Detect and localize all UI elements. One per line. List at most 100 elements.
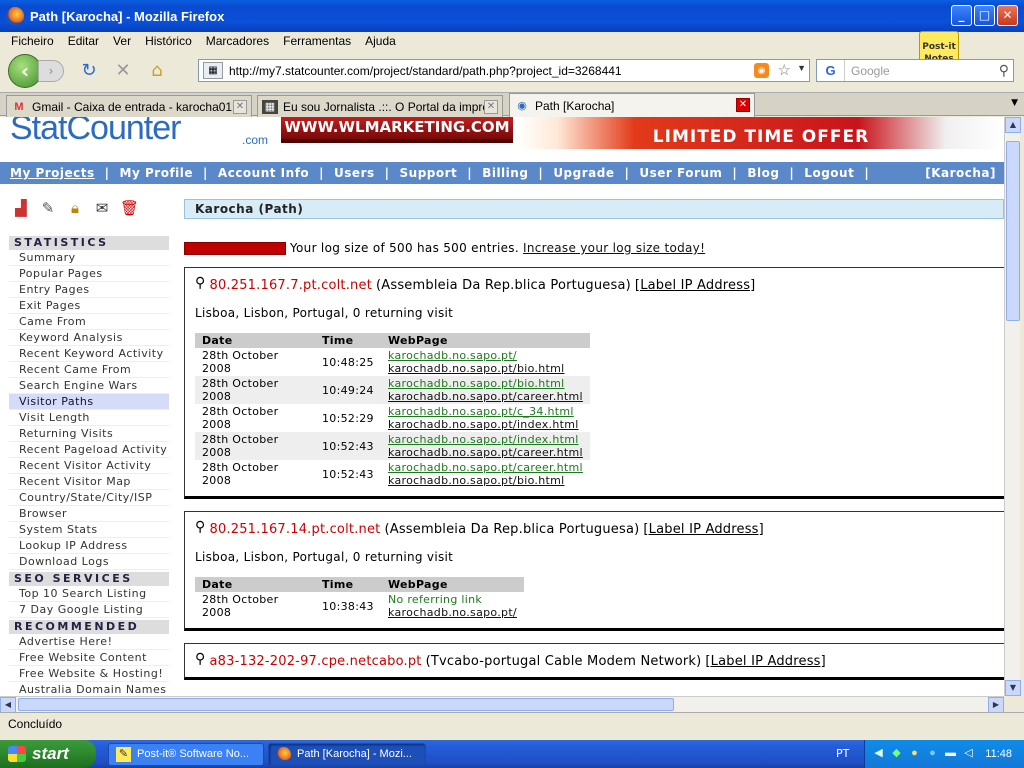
ad-banner-offer[interactable]: LIMITED TIME OFFER bbox=[518, 117, 1004, 149]
search-box[interactable]: G Google ⚲ bbox=[816, 59, 1014, 82]
visited-page-link[interactable]: karochadb.no.sapo.pt/index.html bbox=[388, 418, 583, 431]
menu-history[interactable]: Histórico bbox=[145, 34, 192, 48]
scroll-left-icon[interactable]: ◀ bbox=[0, 697, 16, 713]
url-dropdown-icon[interactable]: ▼ bbox=[797, 63, 806, 73]
visited-page-link[interactable]: karochadb.no.sapo.pt/bio.html bbox=[388, 362, 583, 375]
trash-icon[interactable]: 🗑︎ bbox=[120, 199, 139, 217]
chat-icon[interactable]: ▬ bbox=[943, 746, 958, 761]
label-ip-address-link[interactable]: [Label IP Address] bbox=[635, 278, 756, 293]
magnifier-icon[interactable]: ⚲ bbox=[195, 275, 205, 291]
sidebar-item-free-website-hosting[interactable]: Free Website & Hosting! bbox=[9, 666, 169, 682]
menu-bookmarks[interactable]: Marcadores bbox=[206, 34, 269, 48]
sidebar-item-search-engine-wars[interactable]: Search Engine Wars bbox=[9, 378, 169, 394]
sidebar-item-australia-domain-names[interactable]: Australia Domain Names bbox=[9, 682, 169, 696]
wrench-icon[interactable]: ✎ bbox=[39, 199, 57, 217]
vertical-scrollbar[interactable]: ▲ ▼ bbox=[1004, 117, 1021, 696]
nav-blog[interactable]: Blog bbox=[747, 166, 779, 180]
user-tray-icon[interactable]: ● bbox=[907, 746, 922, 761]
nav-upgrade[interactable]: Upgrade bbox=[553, 166, 614, 180]
menu-view[interactable]: Ver bbox=[113, 34, 131, 48]
visitor-ip-link[interactable]: 80.251.167.14.pt.colt.net bbox=[209, 522, 380, 537]
taskbar-item-firefox[interactable]: Path [Karocha] - Mozi... bbox=[268, 743, 426, 766]
hscroll-thumb[interactable] bbox=[18, 698, 674, 711]
tab-gmail[interactable]: M Gmail - Caixa de entrada - karocha01..… bbox=[6, 95, 252, 117]
menu-file[interactable]: Ficheiro bbox=[11, 34, 54, 48]
close-tab-icon[interactable]: ✕ bbox=[233, 100, 247, 114]
site-identity-icon[interactable]: ▦ bbox=[203, 62, 223, 79]
lock-icon[interactable]: 🔒︎ bbox=[66, 199, 84, 217]
label-ip-address-link[interactable]: [Label IP Address] bbox=[705, 654, 826, 669]
sidebar-item-exit-pages[interactable]: Exit Pages bbox=[9, 298, 169, 314]
google-engine-icon[interactable]: G bbox=[817, 60, 845, 81]
visited-page-link[interactable]: karochadb.no.sapo.pt/career.html bbox=[388, 390, 583, 403]
sidebar-item-popular-pages[interactable]: Popular Pages bbox=[9, 266, 169, 282]
horizontal-scrollbar[interactable]: ◀ ▶ bbox=[0, 696, 1004, 713]
sidebar-item-download-logs[interactable]: Download Logs bbox=[9, 554, 169, 570]
minimize-button[interactable]: _ bbox=[951, 5, 972, 26]
increase-log-link[interactable]: Increase your log size today! bbox=[523, 241, 705, 255]
visitor-ip-link[interactable]: 80.251.167.7.pt.colt.net bbox=[209, 278, 372, 293]
referrer-page-link[interactable]: karochadb.no.sapo.pt/c_34.html bbox=[388, 405, 583, 418]
nav-billing[interactable]: Billing bbox=[482, 166, 528, 180]
label-ip-address-link[interactable]: [Label IP Address] bbox=[643, 522, 764, 537]
sidebar-item-browser[interactable]: Browser bbox=[9, 506, 169, 522]
tab-jornalista[interactable]: ▦ Eu sou Jornalista .::. O Portal da imp… bbox=[257, 95, 503, 117]
scroll-right-icon[interactable]: ▶ bbox=[988, 697, 1004, 713]
nav-user-forum[interactable]: User Forum bbox=[639, 166, 722, 180]
language-indicator[interactable]: PT bbox=[836, 740, 849, 768]
close-tab-icon[interactable]: ✕ bbox=[736, 98, 750, 112]
bookmark-star-icon[interactable]: ☆ bbox=[778, 61, 791, 79]
menu-tools[interactable]: Ferramentas bbox=[283, 34, 351, 48]
scroll-down-icon[interactable]: ▼ bbox=[1005, 680, 1021, 696]
nav-my-projects[interactable]: My Projects bbox=[10, 166, 95, 180]
referrer-page-link[interactable]: karochadb.no.sapo.pt/bio.html bbox=[388, 377, 583, 390]
statcounter-logo[interactable]: StatCounter .com bbox=[10, 117, 268, 148]
home-icon[interactable]: ⌂ bbox=[146, 60, 168, 82]
sidebar-item-summary[interactable]: Summary bbox=[9, 250, 169, 266]
url-bar[interactable]: ▦ http://my7.statcounter.com/project/sta… bbox=[198, 59, 810, 82]
nav-logout[interactable]: Logout bbox=[804, 166, 854, 180]
sidebar-item-free-website-content[interactable]: Free Website Content bbox=[9, 650, 169, 666]
menu-help[interactable]: Ajuda bbox=[365, 34, 396, 48]
messenger-icon[interactable]: ● bbox=[925, 746, 940, 761]
sidebar-item-recent-pageload-activity[interactable]: Recent Pageload Activity bbox=[9, 442, 169, 458]
nav-users[interactable]: Users bbox=[334, 166, 375, 180]
network-icon[interactable]: ◆ bbox=[889, 746, 904, 761]
back-button[interactable]: ‹ bbox=[8, 54, 42, 88]
back-arrow-tray-icon[interactable]: ◀ bbox=[871, 746, 886, 761]
nav-my-profile[interactable]: My Profile bbox=[120, 166, 193, 180]
sidebar-item-top-10-search-listing[interactable]: Top 10 Search Listing bbox=[9, 586, 169, 602]
rss-feed-icon[interactable]: ◉ bbox=[754, 63, 769, 78]
visited-page-link[interactable]: karochadb.no.sapo.pt/bio.html bbox=[388, 474, 583, 487]
sidebar-item-country-state-city-isp[interactable]: Country/State/City/ISP bbox=[9, 490, 169, 506]
tab-path-karocha[interactable]: ◉ Path [Karocha] ✕ bbox=[509, 93, 755, 117]
volume-icon[interactable]: ◁ bbox=[961, 746, 976, 761]
sidebar-item-advertise-here[interactable]: Advertise Here! bbox=[9, 634, 169, 650]
sidebar-item-came-from[interactable]: Came From bbox=[9, 314, 169, 330]
referrer-page-link[interactable]: karochadb.no.sapo.pt/career.html bbox=[388, 461, 583, 474]
sidebar-item-recent-keyword-activity[interactable]: Recent Keyword Activity bbox=[9, 346, 169, 362]
sidebar-item-visitor-paths[interactable]: Visitor Paths bbox=[9, 394, 169, 410]
maximize-button[interactable]: □ bbox=[974, 5, 995, 26]
sidebar-item-entry-pages[interactable]: Entry Pages bbox=[9, 282, 169, 298]
stats-chart-icon[interactable]: ▟ bbox=[12, 199, 30, 217]
tab-list-arrow-icon[interactable]: ▼ bbox=[1011, 98, 1018, 108]
referrer-page-link[interactable]: karochadb.no.sapo.pt/ bbox=[388, 349, 583, 362]
nav-support[interactable]: Support bbox=[400, 166, 458, 180]
visited-page-link[interactable]: karochadb.no.sapo.pt/ bbox=[388, 606, 517, 619]
sidebar-item-returning-visits[interactable]: Returning Visits bbox=[9, 426, 169, 442]
visitor-ip-link[interactable]: a83-132-202-97.cpe.netcabo.pt bbox=[209, 654, 421, 669]
reload-icon[interactable]: ↻ bbox=[78, 60, 100, 82]
search-icon[interactable]: ⚲ bbox=[999, 62, 1009, 79]
nav-account-info[interactable]: Account Info bbox=[218, 166, 309, 180]
scroll-up-icon[interactable]: ▲ bbox=[1005, 117, 1021, 133]
close-tab-icon[interactable]: ✕ bbox=[484, 100, 498, 114]
sidebar-item-7-day-google-listing[interactable]: 7 Day Google Listing bbox=[9, 602, 169, 618]
forward-button[interactable]: › bbox=[38, 60, 64, 82]
sidebar-item-keyword-analysis[interactable]: Keyword Analysis bbox=[9, 330, 169, 346]
stop-icon[interactable]: ✕ bbox=[112, 60, 134, 82]
visited-page-link[interactable]: karochadb.no.sapo.pt/career.html bbox=[388, 446, 583, 459]
sidebar-item-recent-visitor-map[interactable]: Recent Visitor Map bbox=[9, 474, 169, 490]
sidebar-item-system-stats[interactable]: System Stats bbox=[9, 522, 169, 538]
magnifier-icon[interactable]: ⚲ bbox=[195, 651, 205, 667]
